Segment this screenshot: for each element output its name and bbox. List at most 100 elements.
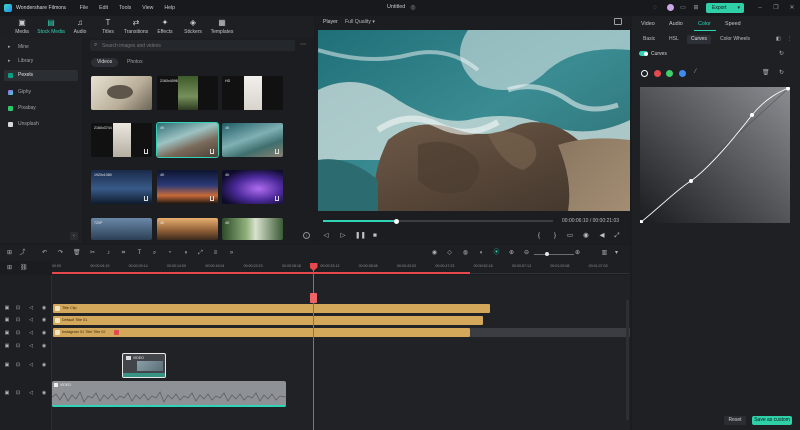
zoom-fit-icon[interactable]: ⌕	[151, 250, 158, 257]
layout-icon[interactable]: ⊞	[6, 250, 13, 257]
zoom-slider-handle[interactable]	[545, 251, 549, 256]
lock-icon[interactable]: ⊡	[15, 305, 21, 311]
mark-in-icon[interactable]: {	[535, 232, 543, 240]
zoom-out-icon[interactable]: ⊖	[523, 250, 530, 257]
mute-icon[interactable]: ◁	[28, 362, 34, 368]
eye-icon[interactable]: ◉	[41, 390, 47, 396]
timeline-scrollbar[interactable]	[626, 300, 629, 420]
tab-stock-media[interactable]: ▤ Stock Media	[36, 18, 66, 35]
sidebar-item-giphy[interactable]: Giphy	[4, 87, 78, 98]
menu-help[interactable]: Help	[164, 5, 175, 11]
sidebar-item-library[interactable]: ▸ Library	[4, 56, 78, 67]
tab-audio-props[interactable]: Audio	[669, 21, 683, 27]
delete-clip-icon[interactable]: 🗑	[73, 250, 81, 257]
title-clip[interactable]: Default Title 01	[53, 316, 483, 325]
eye-icon[interactable]: ◉	[41, 317, 47, 323]
account-avatar-icon[interactable]	[666, 4, 674, 12]
settings-chevron-icon[interactable]: ▾	[613, 250, 620, 257]
maximize-icon[interactable]: ❐	[772, 4, 780, 12]
stock-thumbnail[interactable]: 4K	[157, 218, 218, 240]
tab-videos[interactable]: Videos	[91, 58, 119, 67]
lock-icon[interactable]: ⊡	[15, 362, 21, 368]
download-icon[interactable]	[210, 196, 214, 201]
quality-select[interactable]: Full Quality ▾	[345, 19, 375, 25]
mute-icon[interactable]: ◁	[28, 390, 34, 396]
menu-tools[interactable]: Tools	[119, 5, 131, 11]
speed-icon[interactable]: ◔	[166, 250, 173, 257]
download-icon[interactable]	[144, 196, 148, 201]
reset-button[interactable]: Reset	[724, 416, 746, 425]
text-icon[interactable]: T	[136, 250, 143, 257]
lock-icon[interactable]: ⊡	[15, 330, 21, 336]
display-icon[interactable]: ▭	[566, 232, 574, 240]
download-icon[interactable]	[275, 196, 279, 201]
mark-out-icon[interactable]: }	[551, 232, 559, 240]
tab-photos[interactable]: Photos	[121, 58, 149, 67]
reset-channel-icon[interactable]: ↻	[779, 69, 784, 76]
reset-curves-icon[interactable]: ↻	[779, 50, 784, 57]
stock-thumbnail[interactable]: 720P	[91, 218, 152, 240]
feedback-icon[interactable]: ◌	[651, 4, 659, 12]
collapse-sidebar-button[interactable]: ‹	[70, 232, 78, 240]
stock-thumbnail[interactable]: 4K	[157, 170, 218, 204]
prev-frame-icon[interactable]: ◁	[322, 232, 330, 240]
save-as-custom-button[interactable]: Save as custom	[752, 416, 792, 425]
stock-thumbnail[interactable]: HD	[222, 76, 283, 110]
tab-effects[interactable]: ✦ Effects	[150, 18, 180, 35]
sidebar-item-mine[interactable]: ▸ Mine	[4, 42, 78, 53]
audio-clip[interactable]: VIDEO	[52, 381, 286, 407]
close-icon[interactable]: ✕	[788, 4, 796, 12]
redo-icon[interactable]: ↷	[57, 250, 64, 257]
audio-clip-icon[interactable]: ♪	[105, 250, 112, 257]
subtab-color-wheels[interactable]: Color Wheels	[716, 35, 754, 44]
info-icon[interactable]: i	[303, 232, 310, 239]
subtab-curves[interactable]: Curves	[687, 35, 711, 44]
select-tool-icon[interactable]: ⤴	[19, 250, 26, 257]
curve-graph[interactable]	[639, 86, 791, 224]
cut-icon[interactable]: ✂	[89, 250, 96, 257]
fullscreen-icon[interactable]: ⤢	[613, 232, 621, 240]
stock-thumbnail[interactable]	[91, 76, 152, 110]
tab-audio[interactable]: ♫ Audio	[65, 18, 95, 35]
volume-icon[interactable]: ◀	[598, 232, 606, 240]
menu-view[interactable]: View	[142, 5, 153, 11]
tab-stickers[interactable]: ◈ Stickers	[178, 18, 208, 35]
stock-thumbnail[interactable]: 2160x4096	[157, 76, 218, 110]
adjust-icon[interactable]: ≡	[212, 250, 219, 257]
shield-icon[interactable]: ◇	[446, 250, 453, 257]
export-button[interactable]: Export ▾	[706, 3, 744, 13]
stop-icon[interactable]: ■	[371, 232, 379, 240]
undo-icon[interactable]: ↶	[41, 250, 48, 257]
subtab-basic[interactable]: Basic	[639, 35, 659, 44]
stock-thumbnail[interactable]: 1920x1080	[91, 170, 152, 204]
tab-templates[interactable]: ▦ Templates	[207, 18, 237, 35]
zoom-slider[interactable]	[534, 253, 574, 255]
tab-media[interactable]: ▣ Media	[7, 18, 37, 35]
render-icon[interactable]: ◉	[431, 250, 438, 257]
menu-edit[interactable]: Edit	[99, 5, 108, 11]
mute-icon[interactable]: ◁	[28, 330, 34, 336]
title-clip[interactable]: Title Clip	[53, 304, 490, 313]
eye-icon[interactable]: ◉	[41, 362, 47, 368]
notification-icon[interactable]: ▭	[679, 4, 687, 12]
minimize-icon[interactable]: –	[756, 4, 764, 12]
more-options-icon[interactable]: ⋯	[298, 41, 308, 50]
download-icon[interactable]	[210, 149, 214, 154]
tab-color[interactable]: Color	[698, 21, 711, 27]
magnet-icon[interactable]: ⦿	[493, 250, 500, 257]
tab-transitions[interactable]: ⇄ Transitions	[121, 18, 151, 35]
tab-titles[interactable]: T Titles	[93, 18, 123, 35]
lock-icon[interactable]: ⊡	[15, 390, 21, 396]
search-input[interactable]	[90, 40, 295, 51]
mute-icon[interactable]: ◁	[28, 317, 34, 323]
expand-icon[interactable]: ⤢	[197, 250, 204, 257]
delete-icon[interactable]: 🗑	[762, 69, 770, 76]
stock-thumbnail[interactable]: 4K	[222, 218, 283, 240]
eye-icon[interactable]: ◉	[41, 305, 47, 311]
lock-icon[interactable]: ⊡	[15, 317, 21, 323]
eye-icon[interactable]: ◉	[41, 330, 47, 336]
title-clip[interactable]: Instagram 01 Title Title 02	[53, 328, 470, 337]
tab-video[interactable]: Video	[641, 21, 655, 27]
camera-icon[interactable]: ◉	[582, 232, 590, 240]
download-icon[interactable]	[275, 149, 279, 154]
